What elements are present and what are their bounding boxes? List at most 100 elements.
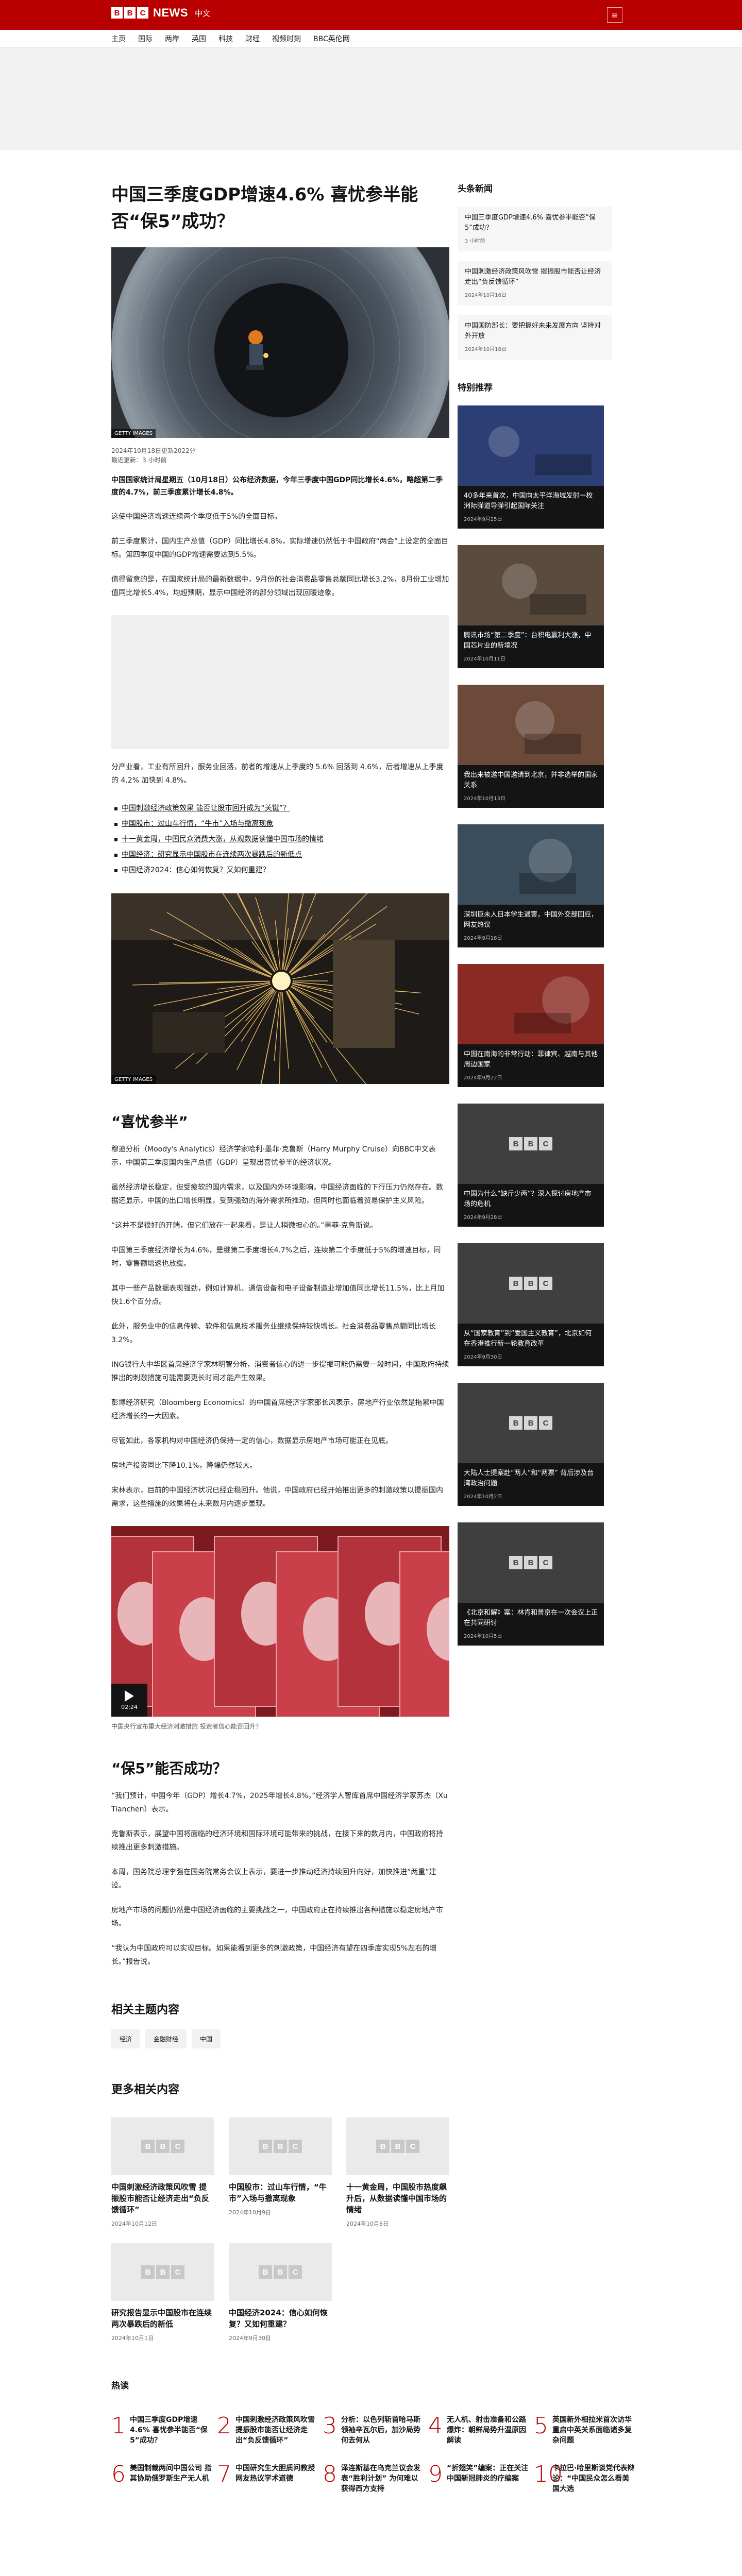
topic-tag[interactable]: 中国 xyxy=(192,2029,221,2048)
hero-image-worker: GETTY IMAGES xyxy=(111,247,449,438)
related-link[interactable]: 中国经济2024：信心如何恢复？又如何重建？ xyxy=(114,862,449,878)
related-link[interactable]: 中国经济：研究显示中国股市在连续两次暴跌后的新低点 xyxy=(114,847,449,862)
card-title: 研究报告显示中国股市在连续两次暴跌后的新低 xyxy=(111,2308,212,2329)
featured-item[interactable]: 腾讯市场“第二季度”：台积电赢利大涨，中国芯片业的新境况 2024年10月11日 xyxy=(458,545,604,668)
headline-title: 中国国防部长：要把握好未来发展方向 坚持对外开放 xyxy=(465,322,601,340)
most-read-rank: 10 xyxy=(534,2461,563,2487)
most-read-item[interactable]: 6 美国制裁两间中国公司 指其协助俄罗斯生产无人机 xyxy=(111,2463,212,2494)
headline-date: 2024年10月16日 xyxy=(465,293,507,298)
most-read-item[interactable]: 7 中国研究生大胆质问教授 网友热议学术道德 xyxy=(217,2463,318,2494)
article-title: 中国三季度GDP增速4.6% 喜忧参半能否“保5”成功？ xyxy=(111,184,418,232)
paragraph: “我们预计，中国今年（GDP）增长4.7%，2025年增长4.8%。”经济学人智… xyxy=(111,1792,448,1814)
most-read-item[interactable]: 8 泽连斯基在乌克兰议会发表“胜利计划” 为何难以获得西方支持 xyxy=(323,2463,424,2494)
featured-item[interactable]: B B C 大陆人士提案赴“两人”和“两票” 背后涉及台湾政治问题 2024年10月2日 xyxy=(458,1383,604,1506)
featured-item[interactable]: 深圳巨未人日本学生遇害，中国外交部回应，网友热议 2024年9月18日 xyxy=(458,824,604,947)
headline-item[interactable]: 中国刺激经济政策风吹雪 提振股市能否让经济走出“负反馈循环” 2024年10月16… xyxy=(458,261,612,306)
featured-item[interactable]: B B C 《北京和解》案：林肯和普京在一次会议上正在共同研讨 2024年10月5日 xyxy=(458,1522,604,1646)
featured-title: 深圳巨未人日本学生遇害，中国外交部回应，网友热议 xyxy=(464,911,598,929)
nav-item-1[interactable]: 国际 xyxy=(138,33,153,44)
most-read-item[interactable]: 3 分析：以色列斩首哈马斯领袖辛瓦尔后，加沙局势何去何从 xyxy=(323,2415,424,2446)
bbc-placeholder-letter: C xyxy=(171,2140,184,2153)
featured-title: 《北京和解》案：林肯和普京在一次会议上正在共同研讨 xyxy=(464,1609,598,1627)
headline-item[interactable]: 中国三季度GDP增速4.6% 喜忧参半能否“保5”成功？ 3 小时前 xyxy=(458,207,612,251)
video-caption: 中国央行宣布重大经济刺激措施 投资者信心能否回升？ xyxy=(111,1723,262,1730)
most-read-item[interactable]: 10 卡拉巴·哈里斯谈党代表辩论：“中国民众怎么看美国大选 xyxy=(534,2463,635,2494)
featured-caption: 我出来被邀中国邀请到北京，并非选举的国家关系 2024年10月13日 xyxy=(458,765,604,808)
most-read-item[interactable]: 1 中国三季度GDP增速4.6% 喜忧参半能否“保5”成功？ xyxy=(111,2415,212,2446)
more-article-card[interactable]: B B C 中国刺激经济政策风吹雪 提振股市能否让经济走出“负反馈循环” 2024年10… xyxy=(111,2117,214,2228)
related-link[interactable]: 中国刺激经济政策效果 能否让股市回升成为“关键”？ xyxy=(114,801,449,816)
related-link[interactable]: 十一黄金周，中国民众消费大涨，从观数据读懂中国市场的情绪 xyxy=(114,832,449,847)
bbc-placeholder-letter: C xyxy=(539,1416,552,1430)
nav-item-7[interactable]: BBC英伦网 xyxy=(313,33,350,44)
most-read-rank: 4 xyxy=(428,2413,443,2439)
more-article-card[interactable]: B B C 中国经济2024：信心如何恢复？又如何重建？ 2024年9月30日 xyxy=(229,2243,332,2342)
related-link[interactable]: 中国股市：过山车行情，“牛市”入场与撤离现象 xyxy=(114,816,449,832)
most-read-item[interactable]: 2 中国刺激经济政策风吹雪 提振股市能否让经济走出“负反馈循环” xyxy=(217,2415,318,2446)
bbc-placeholder-letter: C xyxy=(539,1137,552,1150)
featured-title: 40多年来首次，中国向太平洋海域发射一枚洲际弹道导弹引起国际关注 xyxy=(464,492,593,510)
headline-item[interactable]: 中国国防部长：要把握好未来发展方向 坚持对外开放 2024年10月18日 xyxy=(458,315,612,360)
nav-item-4[interactable]: 科技 xyxy=(218,33,233,44)
featured-item[interactable]: B B C 中国为什么“缺斤少两”？深入探讨房地产市场的危机 2024年9月28日 xyxy=(458,1104,604,1227)
card-title: 中国股市：过山车行情，“牛市”入场与撤离现象 xyxy=(229,2182,327,2203)
most-read-title: “折翅笑”编案：正在关注中国新冠肺炎的疗编案 xyxy=(447,2464,529,2483)
nav-item-0[interactable]: 主页 xyxy=(111,33,126,44)
most-read-item[interactable]: 4 无人机、射击准备和公路爆炸：朝鲜局势升温原因解读 xyxy=(428,2415,529,2446)
featured-item[interactable]: 40多年来首次，中国向太平洋海域发射一枚洲际弹道导弹引起国际关注 2024年9月2… xyxy=(458,405,604,529)
featured-caption: 从“国家教育”到“爱国主义教育”，北京如何在香港推行新一轮教育改革 2024年9月… xyxy=(458,1324,604,1366)
headline-date: 2024年10月18日 xyxy=(465,347,507,352)
bbc-placeholder-icon: BBC xyxy=(509,1416,552,1430)
topic-tag[interactable]: 金融财经 xyxy=(145,2029,187,2048)
most-read-item[interactable]: 5 英国新外相拉米首次访华 重启中英关系面临诸多复杂问题 xyxy=(534,2415,635,2446)
bbc-placeholder-letter: B xyxy=(524,1416,537,1430)
logo-news-text: NEWS xyxy=(153,6,188,19)
bbc-placeholder-letter: B xyxy=(156,2265,170,2279)
menu-button[interactable]: ≡ xyxy=(607,7,622,23)
card-date: 2024年10月8日 xyxy=(346,2221,389,2227)
video-player[interactable]: 02:24 xyxy=(111,1526,449,1717)
featured-item[interactable]: 中国在南海的非常行动：菲律宾、越南与其他周边国家 2024年9月22日 xyxy=(458,964,604,1087)
more-article-card[interactable]: B B C 研究报告显示中国股市在连续两次暴跌后的新低 2024年10月1日 xyxy=(111,2243,214,2342)
most-read-rank: 6 xyxy=(111,2461,126,2487)
card-date: 2024年10月12日 xyxy=(111,2221,157,2227)
nav-item-6[interactable]: 视频时刻 xyxy=(272,33,301,44)
nav-item-3[interactable]: 英国 xyxy=(192,33,206,44)
bbc-news-logo[interactable]: B B C NEWS 中文 xyxy=(111,6,210,20)
footer-spacer xyxy=(0,2530,742,2556)
bbc-placeholder-letter: B xyxy=(509,1137,522,1150)
paragraph: 这使中国经济增速连续两个季度低于5%的全面目标。 xyxy=(111,513,282,521)
featured-caption: 深圳巨未人日本学生遇害，中国外交部回应，网友热议 2024年9月18日 xyxy=(458,905,604,947)
most-read-item[interactable]: 9 “折翅笑”编案：正在关注中国新冠肺炎的疗编案 xyxy=(428,2463,529,2494)
featured-image-placeholder: BBC xyxy=(458,1104,604,1184)
bbc-placeholder-icon: BBC xyxy=(376,2140,419,2153)
featured-heading: 特别推荐 xyxy=(458,383,493,393)
featured-date: 2024年10月13日 xyxy=(464,796,505,802)
section-heading: “喜忧参半” xyxy=(111,1113,188,1130)
featured-date: 2024年9月25日 xyxy=(464,517,502,522)
paragraph: 虽然经济增长稳定，但受疲软的国内需求，以及国内外环境影响，中国经济面临的下行压力… xyxy=(111,1183,443,1205)
paragraph: ING银行大中华区首席经济学家林明智分析，消费者信心的进一步提振可能仍需要一段时… xyxy=(111,1361,449,1382)
topic-tag[interactable]: 经济 xyxy=(111,2029,141,2048)
nav-item-2[interactable]: 两岸 xyxy=(165,33,179,44)
bbc-placeholder-letter: B xyxy=(141,2140,155,2153)
featured-item[interactable]: 我出来被邀中国邀请到北京，并非选举的国家关系 2024年10月13日 xyxy=(458,685,604,808)
top-ad-slot xyxy=(0,47,742,150)
more-article-card[interactable]: B B C 中国股市：过山车行情，“牛市”入场与撤离现象 2024年10月9日 xyxy=(229,2117,332,2228)
card-thumbnail: BBC xyxy=(346,2117,449,2175)
featured-image xyxy=(458,964,604,1044)
card-date: 2024年9月30日 xyxy=(229,2335,271,2342)
featured-image xyxy=(458,545,604,625)
most-read-rank: 3 xyxy=(323,2413,337,2439)
banknotes-illustration xyxy=(111,1526,449,1717)
bbc-placeholder-letter: B xyxy=(524,1556,537,1569)
image-credit: GETTY IMAGES xyxy=(111,429,156,438)
play-button[interactable]: 02:24 xyxy=(111,1684,147,1717)
featured-date: 2024年10月5日 xyxy=(464,1634,502,1639)
featured-item[interactable]: B B C 从“国家教育”到“爱国主义教育”，北京如何在香港推行新一轮教育改革 2024… xyxy=(458,1243,604,1366)
more-article-card[interactable]: B B C 十一黄金周，中国股市热度飙升后，从数据读懂中国市场的情绪 2024年10月8… xyxy=(346,2117,449,2228)
nav-item-5[interactable]: 财经 xyxy=(245,33,260,44)
article-updated: 最近更新：3 小时前 xyxy=(111,456,167,464)
paragraph: 本周，国务院总理李强在国务院常务会议上表示，要进一步推动经济持续回升向好，加快推… xyxy=(111,1868,436,1890)
image-credit: GETTY IMAGES xyxy=(111,1075,156,1084)
